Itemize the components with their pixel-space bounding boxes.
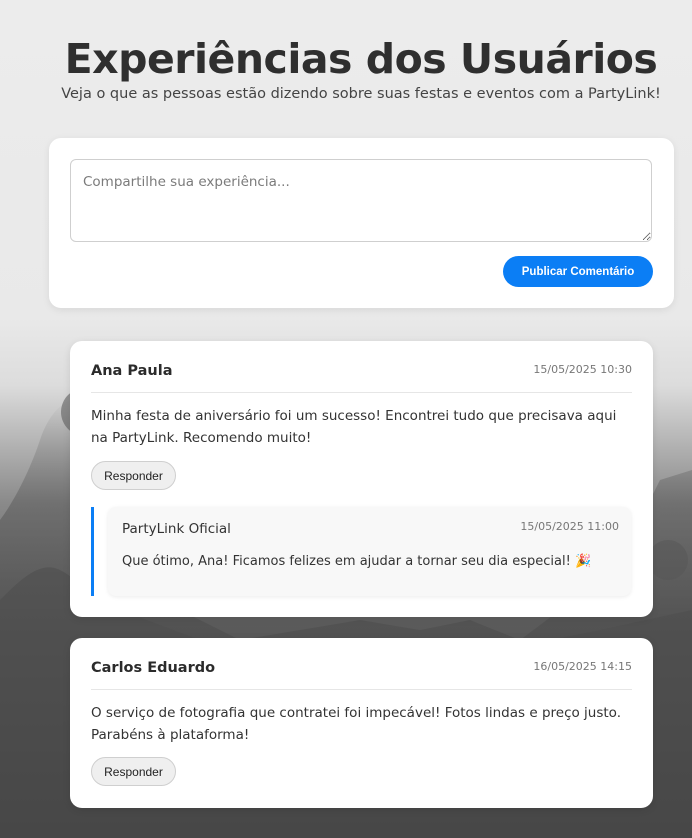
comment-textarea[interactable] — [70, 159, 652, 242]
page-subtitle: Veja o que as pessoas estão dizendo sobr… — [61, 86, 661, 102]
reply-card: PartyLink Oficial 15/05/2025 11:00 Que ó… — [108, 507, 631, 596]
comment-author: Ana Paula — [91, 363, 173, 379]
reply-button[interactable]: Responder — [91, 461, 176, 490]
reply-thread: PartyLink Oficial 15/05/2025 11:00 Que ó… — [91, 507, 631, 596]
comment-card: Ana Paula 15/05/2025 10:30 Minha festa d… — [70, 341, 653, 617]
page-title: Experiências dos Usuários — [64, 35, 658, 84]
comment-card: Carlos Eduardo 16/05/2025 14:15 O serviç… — [70, 638, 653, 808]
comment-text: O serviço de fotografia que contratei fo… — [91, 705, 621, 743]
publish-comment-button[interactable]: Publicar Comentário — [503, 256, 653, 287]
compose-card: Publicar Comentário — [49, 138, 674, 308]
reply-author: PartyLink Oficial — [122, 521, 231, 537]
reply-accent-bar — [91, 507, 94, 596]
comment-date: 16/05/2025 14:15 — [533, 660, 632, 673]
comment-text: Minha festa de aniversário foi um sucess… — [91, 408, 617, 446]
reply-text: Que ótimo, Ana! Ficamos felizes em ajuda… — [122, 554, 592, 569]
comment-header: Ana Paula 15/05/2025 10:30 — [91, 361, 632, 393]
comment-header: Carlos Eduardo 16/05/2025 14:15 — [91, 658, 632, 690]
comment-author: Carlos Eduardo — [91, 660, 216, 676]
reply-button[interactable]: Responder — [91, 757, 176, 786]
comment-date: 15/05/2025 10:30 — [533, 363, 632, 376]
reply-date: 15/05/2025 11:00 — [520, 520, 619, 533]
